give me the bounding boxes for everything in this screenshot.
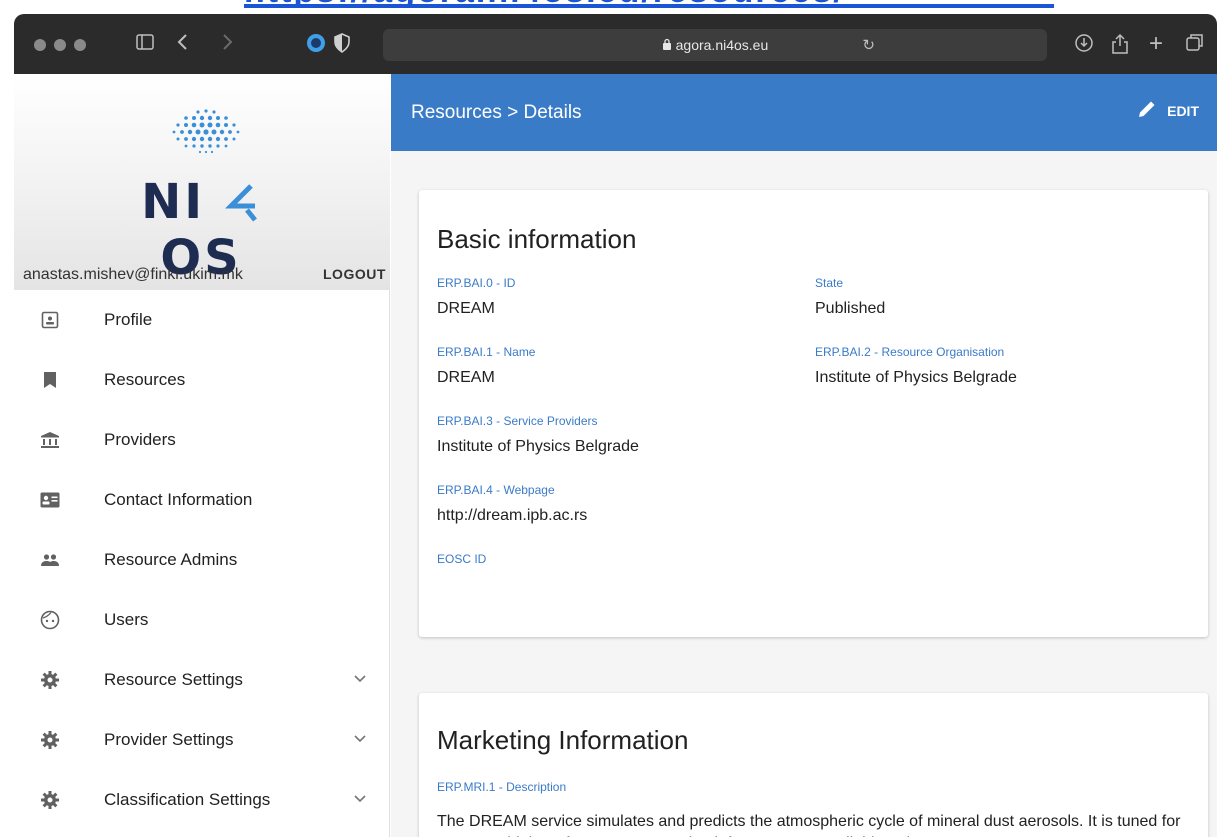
field-value-state: Published	[815, 300, 886, 317]
sidebar-item-resource-settings[interactable]: Resource Settings	[14, 650, 390, 710]
extension-icon[interactable]	[306, 33, 326, 58]
sidebar-item-resources[interactable]: Resources	[14, 350, 390, 410]
field-label-eosc-id: EOSC ID	[437, 552, 487, 566]
basic-information-card: Basic information ERP.BAI.0 - ID DREAM S…	[419, 190, 1208, 637]
lock-icon	[662, 37, 676, 53]
breadcrumb: Resources > Details	[411, 102, 582, 123]
face-icon	[40, 610, 60, 630]
sidebar-item-label: Contact Information	[104, 490, 253, 509]
sidebar-item-label: Resource Settings	[104, 670, 243, 689]
sidebar-header: NI OS anastas.mishev@finki.ukim.mk LOGOU…	[14, 74, 390, 290]
reload-icon[interactable]: ↻	[862, 36, 875, 54]
address-bar[interactable]: agora.ni4os.eu ↻	[383, 29, 1047, 61]
new-tab-icon[interactable]: +	[1149, 32, 1163, 56]
field-label-state: State	[815, 276, 844, 290]
sidebar-item-provider-settings[interactable]: Provider Settings	[14, 710, 390, 770]
field-label-id: ERP.BAI.0 - ID	[437, 276, 516, 290]
field-value-webpage[interactable]: http://dream.ipb.ac.rs	[437, 507, 587, 525]
bookmark-icon	[40, 370, 60, 390]
pencil-icon	[1137, 99, 1157, 123]
edit-label: EDIT	[1167, 103, 1199, 119]
field-value-service-providers: Institute of Physics Belgrade	[437, 438, 639, 455]
sidebar-item-users[interactable]: Users	[14, 590, 390, 650]
gear-icon	[40, 730, 60, 750]
browser-window: agora.ni4os.eu ↻ + NI OS anastas.mishev@…	[14, 14, 1217, 837]
edit-button[interactable]: EDIT	[1137, 99, 1199, 123]
sidebar-toggle-icon[interactable]	[136, 33, 154, 55]
window-zoom-dot[interactable]	[74, 39, 86, 51]
main-content: Resources > Details EDIT Basic informati…	[391, 74, 1217, 837]
sidebar-item-label: Profile	[104, 310, 153, 329]
sidebar-item-providers[interactable]: Providers	[14, 410, 390, 470]
top-link-band: https://agora.ni4os.eu/resources/	[0, 0, 1217, 14]
contact-card-icon	[40, 490, 60, 510]
user-email: anastas.mishev@finki.ukim.mk	[23, 266, 243, 283]
card-title: Basic information	[437, 224, 637, 254]
chevron-down-icon[interactable]	[354, 790, 366, 806]
sidebar: NI OS anastas.mishev@finki.ukim.mk LOGOU…	[14, 74, 390, 837]
sidebar-item-resource-admins[interactable]: Resource Admins	[14, 530, 390, 590]
chevron-down-icon[interactable]	[354, 730, 366, 746]
field-label-name: ERP.BAI.1 - Name	[437, 345, 536, 359]
sidebar-item-contact-information[interactable]: Contact Information	[14, 470, 390, 530]
browser-toolbar: agora.ni4os.eu ↻ +	[14, 14, 1217, 74]
download-icon[interactable]	[1074, 33, 1094, 58]
window-close-dot[interactable]	[34, 39, 46, 51]
top-link[interactable]: https://agora.ni4os.eu/resources/	[244, 0, 1054, 8]
people-icon	[40, 550, 60, 570]
field-label-description: ERP.MRI.1 - Description	[437, 780, 567, 794]
gear-icon	[40, 670, 60, 690]
url-text: agora.ni4os.eu	[675, 37, 769, 53]
card-title: Marketing Information	[437, 725, 689, 755]
sidebar-item-label: Resource Admins	[104, 550, 238, 569]
app-bar: Resources > Details EDIT	[391, 74, 1217, 151]
logo-text-left: NI	[141, 174, 206, 230]
sidebar-item-profile[interactable]: Profile	[14, 290, 390, 350]
logo-dots-icon	[172, 109, 240, 154]
field-value-id: DREAM	[437, 300, 495, 317]
logo-four-icon	[205, 174, 261, 230]
sidebar-item-label: Providers	[104, 430, 176, 449]
field-label-service-providers: ERP.BAI.3 - Service Providers	[437, 414, 598, 428]
profile-icon	[40, 310, 60, 330]
share-icon[interactable]	[1111, 33, 1129, 60]
field-value-organisation: Institute of Physics Belgrade	[815, 369, 1017, 386]
sidebar-item-label: Resources	[104, 370, 186, 389]
url-text-wrap: agora.ni4os.eu	[383, 37, 1047, 53]
logout-button[interactable]: LOGOUT	[323, 266, 386, 282]
forward-icon[interactable]	[222, 33, 234, 56]
back-icon[interactable]	[176, 33, 188, 56]
field-label-webpage: ERP.BAI.4 - Webpage	[437, 483, 555, 497]
window-minimize-dot[interactable]	[54, 39, 66, 51]
field-value-description: The DREAM service simulates and predicts…	[437, 813, 1181, 837]
sidebar-item-label: Provider Settings	[104, 730, 234, 749]
sidebar-item-label: Users	[104, 610, 149, 629]
institution-icon	[40, 430, 60, 450]
tabs-overview-icon[interactable]	[1186, 33, 1204, 56]
shield-icon[interactable]	[334, 33, 350, 58]
gear-icon	[40, 790, 60, 810]
sidebar-item-label: Classification Settings	[104, 790, 271, 809]
field-label-organisation: ERP.BAI.2 - Resource Organisation	[815, 345, 1005, 359]
chevron-down-icon[interactable]	[354, 670, 366, 686]
field-value-name: DREAM	[437, 369, 495, 386]
marketing-information-card: Marketing Information ERP.MRI.1 - Descri…	[419, 693, 1208, 837]
sidebar-item-classification-settings[interactable]: Classification Settings	[14, 770, 390, 830]
